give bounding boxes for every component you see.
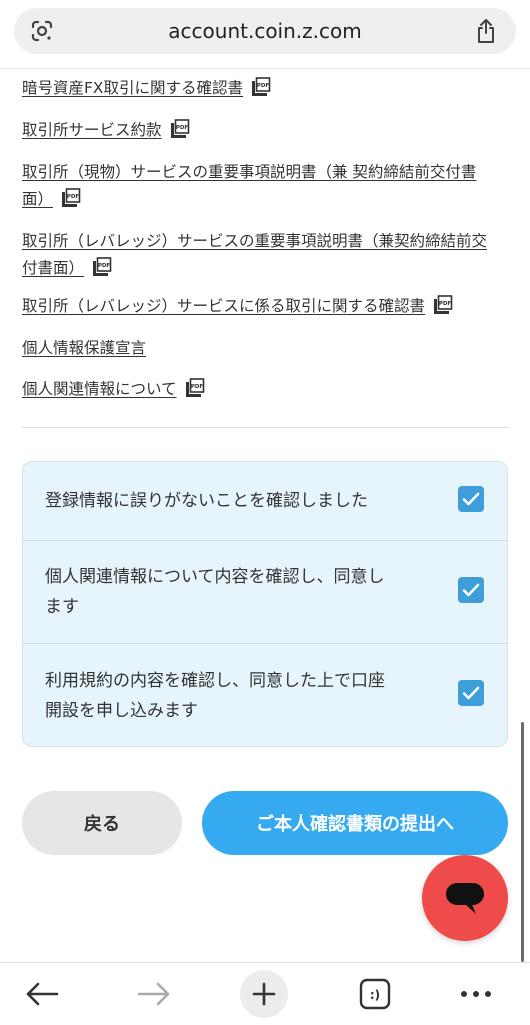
tab-switcher-icon: :)	[359, 978, 391, 1010]
back-nav-button[interactable]	[12, 963, 72, 1025]
confirm-label: 個人関連情報について内容を確認し、同意し ます	[45, 567, 385, 617]
confirmation-panel: 登録情報に誤りがないことを確認しました 個人関連情報について内容を確認し、同意し…	[22, 461, 508, 747]
doc-link-exchange-terms[interactable]: 取引所サービス約款 PDF	[22, 117, 512, 144]
new-tab-button[interactable]	[234, 963, 294, 1025]
tab-switcher-button[interactable]: :)	[345, 963, 405, 1025]
more-menu-button[interactable]	[446, 963, 506, 1025]
confirm-row-terms[interactable]: 利用規約の内容を確認し、同意した上で口座 開設を申し込みます	[23, 644, 507, 746]
pdf-icon[interactable]: PDF	[61, 188, 81, 208]
browser-toolbar: :)	[0, 962, 530, 1025]
check-icon	[462, 686, 480, 700]
divider	[22, 427, 508, 428]
back-button[interactable]: 戻る	[22, 791, 182, 855]
check-icon	[462, 583, 480, 597]
forward-nav-button[interactable]	[124, 963, 184, 1025]
svg-text:PDF: PDF	[175, 125, 188, 131]
doc-link-leverage-important-matters[interactable]: 取引所（レバレッジ）サービスの重要事項説明書（兼契約締結前交 付書面） PDF	[22, 228, 512, 282]
doc-link-privacy-declaration[interactable]: 個人情報保護宣言	[22, 335, 512, 362]
arrow-right-icon	[137, 982, 170, 1006]
pdf-icon[interactable]: PDF	[251, 77, 271, 97]
svg-text::): :)	[370, 988, 380, 1002]
pdf-icon[interactable]: PDF	[433, 295, 453, 315]
confirm-row-registration[interactable]: 登録情報に誤りがないことを確認しました	[23, 462, 507, 541]
url-text[interactable]: account.coin.z.com	[14, 8, 516, 54]
check-icon	[462, 492, 480, 506]
confirm-label: 登録情報に誤りがないことを確認しました	[45, 491, 368, 511]
doc-link-personal-related-info[interactable]: 個人関連情報について PDF	[22, 376, 512, 403]
chat-button[interactable]	[422, 855, 508, 941]
share-icon[interactable]	[474, 18, 498, 44]
confirm-row-personal-info[interactable]: 個人関連情報について内容を確認し、同意し ます	[23, 541, 507, 644]
more-horizontal-icon	[461, 991, 491, 997]
svg-text:PDF: PDF	[190, 384, 203, 390]
terms-checkbox[interactable]	[458, 680, 484, 706]
svg-text:PDF: PDF	[439, 301, 452, 307]
doc-link-crypto-fx-confirmation[interactable]: 暗号資産FX取引に関する確認書 PDF	[22, 75, 512, 102]
doc-link-spot-important-matters[interactable]: 取引所（現物）サービスの重要事項説明書（兼 契約締結前交付書 面） PDF	[22, 159, 512, 213]
svg-text:PDF: PDF	[67, 194, 80, 200]
arrow-left-icon	[26, 982, 59, 1006]
plus-icon	[252, 982, 276, 1006]
chat-bubble-icon	[446, 883, 484, 914]
browser-address-bar-area: account.coin.z.com	[0, 0, 530, 69]
pdf-icon[interactable]: PDF	[170, 119, 190, 139]
doc-link-leverage-confirmation[interactable]: 取引所（レバレッジ）サービスに係る取引に関する確認書 PDF	[22, 293, 512, 320]
confirm-label: 利用規約の内容を確認し、同意した上で口座 開設を申し込みます	[45, 671, 385, 721]
submit-id-documents-button[interactable]: ご本人確認書類の提出へ	[202, 791, 508, 855]
address-bar[interactable]: account.coin.z.com	[14, 8, 516, 54]
registration-checkbox[interactable]	[458, 486, 484, 512]
svg-text:PDF: PDF	[257, 83, 270, 89]
personal-info-checkbox[interactable]	[458, 577, 484, 603]
pdf-icon[interactable]: PDF	[92, 257, 112, 277]
scrollbar[interactable]	[521, 722, 524, 962]
svg-text:PDF: PDF	[98, 263, 111, 269]
pdf-icon[interactable]: PDF	[185, 378, 205, 398]
